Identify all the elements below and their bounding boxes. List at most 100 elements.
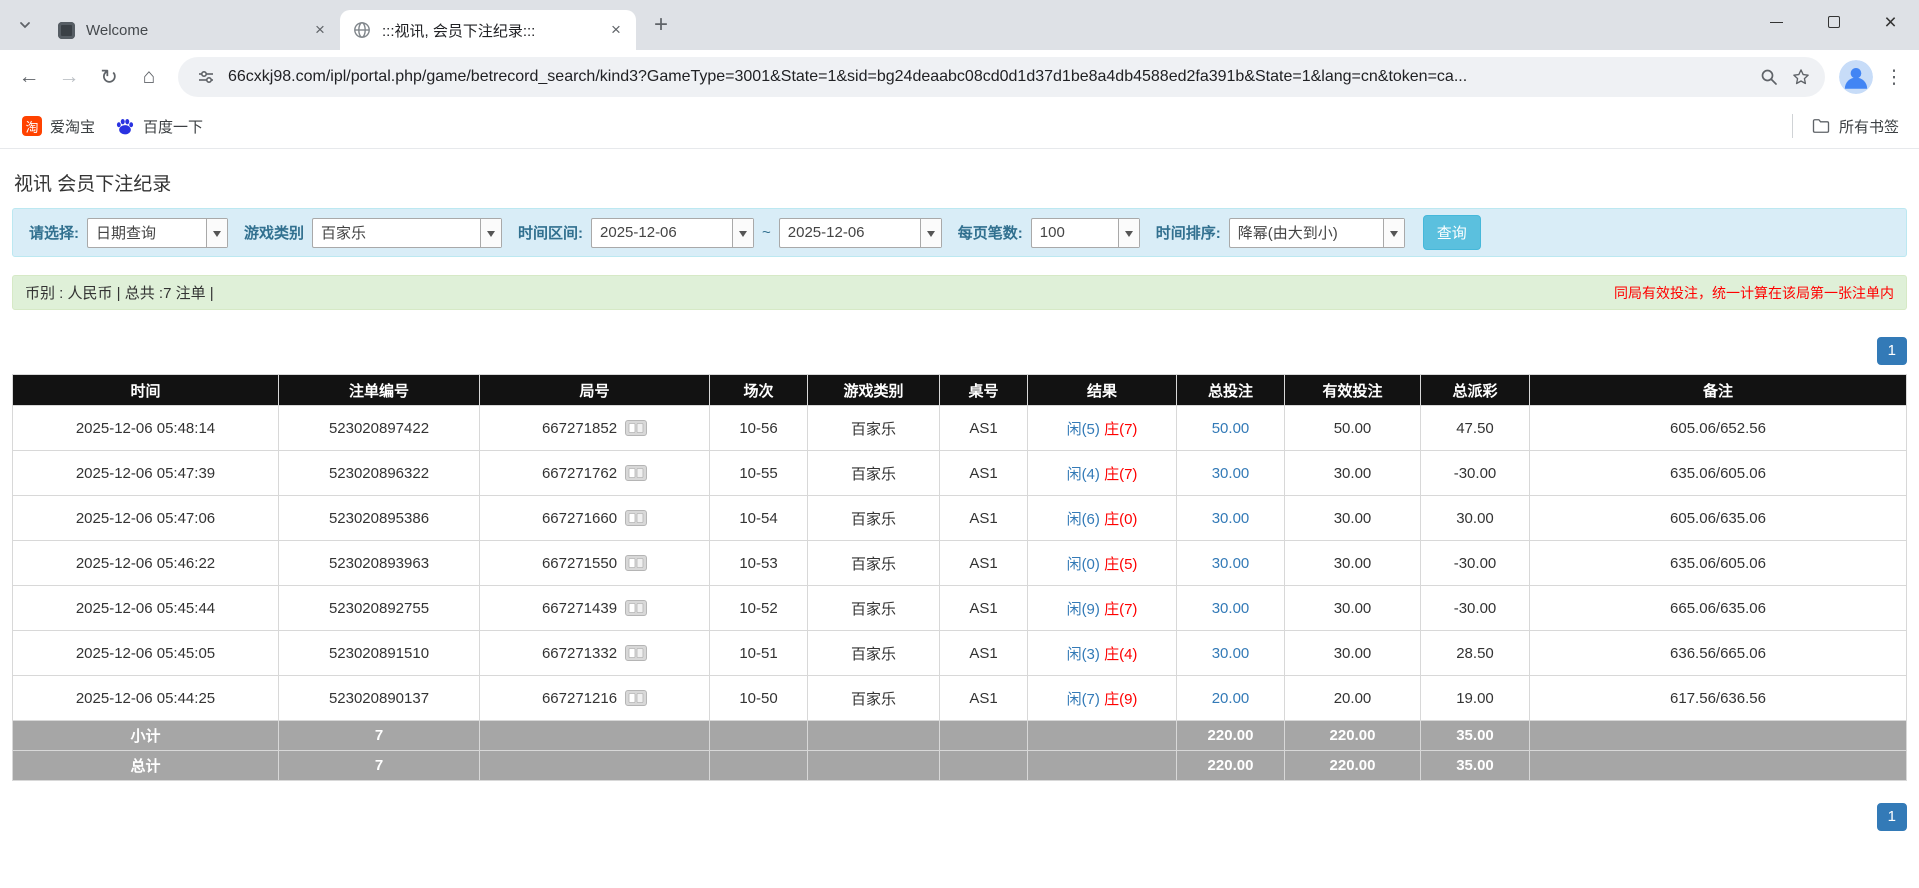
cell-time: 2025-12-06 05:44:25: [12, 675, 279, 721]
bookmark-aitaobao[interactable]: 淘 爱淘宝: [12, 110, 105, 143]
browser-menu-button[interactable]: ⋮: [1879, 58, 1909, 96]
new-tab-button[interactable]: +: [644, 8, 678, 42]
page-button[interactable]: 1: [1876, 803, 1907, 831]
cell-session: 10-54: [709, 495, 808, 541]
round-result-icon[interactable]: [625, 690, 648, 707]
cell-bet-no: 523020896322: [278, 450, 480, 496]
baidu-paw-icon: [115, 116, 135, 136]
cell-table-no: AS1: [939, 450, 1028, 496]
date-from-value: 2025-12-06: [600, 224, 677, 241]
round-result-icon[interactable]: [625, 465, 648, 482]
cell-result: 闲(3) 庄(4): [1027, 630, 1177, 676]
sum-total-bet: 220.00: [1176, 720, 1285, 751]
total-bet-link[interactable]: 50.00: [1212, 420, 1250, 437]
date-to-select[interactable]: 2025-12-06: [778, 217, 942, 248]
tab-title: :::视讯, 会员下注纪录:::: [382, 22, 536, 40]
cell-session: 10-51: [709, 630, 808, 676]
zoom-icon[interactable]: [1755, 67, 1783, 87]
total-bet-link[interactable]: 20.00: [1212, 690, 1250, 707]
page-size-select[interactable]: 100: [1030, 217, 1140, 248]
sum-total-bet: 220.00: [1176, 750, 1285, 781]
minimize-button[interactable]: [1748, 0, 1805, 44]
tab-close-icon[interactable]: ×: [606, 20, 626, 40]
refresh-button[interactable]: ↻: [90, 58, 128, 96]
cell-game-type: 百家乐: [807, 540, 940, 586]
sum-valid-bet: 220.00: [1284, 750, 1421, 781]
bet-row: 2025-12-06 05:45:44 523020892755 667271439…: [12, 585, 1907, 631]
address-bar[interactable]: 66cxkj98.com/ipl/portal.php/game/betreco…: [178, 57, 1825, 97]
bet-row: 2025-12-06 05:47:39 523020896322 667271762…: [12, 450, 1907, 496]
round-result-icon[interactable]: [625, 420, 648, 437]
back-button[interactable]: ←: [10, 58, 48, 96]
browser-window: Welcome × :::视讯, 会员下注纪录::: × + × ← → ↻ ⌂…: [0, 0, 1919, 831]
tab-close-icon[interactable]: ×: [310, 20, 330, 40]
result-player: 闲(9): [1066, 600, 1100, 618]
rule-note: 同局有效投注，统一计算在该局第一张注单内: [1614, 284, 1894, 301]
query-type-select[interactable]: 日期查询: [87, 217, 228, 248]
page-button[interactable]: 1: [1876, 337, 1907, 365]
cell-session: 10-55: [709, 450, 808, 496]
search-button[interactable]: 查询: [1422, 215, 1481, 250]
sum-valid-bet: 220.00: [1284, 720, 1421, 751]
cell-valid-bet: 30.00: [1284, 495, 1421, 541]
tab-welcome[interactable]: Welcome ×: [44, 10, 340, 50]
tab-search-button[interactable]: [10, 10, 40, 40]
cell-result: 闲(9) 庄(7): [1027, 585, 1177, 631]
bookmark-star-icon[interactable]: [1787, 67, 1815, 87]
cell-game-type: 百家乐: [807, 450, 940, 496]
bet-table-wrap: 时间 注单编号 局号 场次 游戏类别 桌号 结果 总投注 有效投注 总派彩 备注 2025-12-0…: [12, 374, 1907, 781]
round-result-icon[interactable]: [625, 510, 648, 527]
bookmark-baidu[interactable]: 百度一下: [105, 110, 213, 143]
cell-note: 617.56/636.56: [1529, 675, 1907, 721]
profile-avatar[interactable]: [1839, 60, 1873, 94]
sum-label: 总计: [12, 750, 279, 781]
close-button[interactable]: ×: [1862, 0, 1919, 44]
total-bet-link[interactable]: 30.00: [1212, 465, 1250, 482]
home-button[interactable]: ⌂: [130, 58, 168, 96]
sum-count: 7: [278, 720, 480, 751]
query-type-value: 日期查询: [96, 225, 157, 242]
result-banker: 庄(4): [1104, 645, 1138, 663]
round-result-icon[interactable]: [625, 645, 648, 662]
cell-game-type: 百家乐: [807, 405, 940, 451]
range-separator: ~: [762, 224, 771, 241]
game-type-select[interactable]: 百家乐: [312, 217, 503, 248]
cell-bet-no: 523020892755: [278, 585, 480, 631]
cell-table-no: AS1: [939, 495, 1028, 541]
cell-result: 闲(6) 庄(0): [1027, 495, 1177, 541]
round-result-icon[interactable]: [625, 600, 648, 617]
total-bet-link[interactable]: 30.00: [1212, 555, 1250, 572]
maximize-button[interactable]: [1805, 0, 1862, 44]
table-header-row: 时间 注单编号 局号 场次 游戏类别 桌号 结果 总投注 有效投注 总派彩 备注: [12, 374, 1907, 406]
cell-valid-bet: 20.00: [1284, 675, 1421, 721]
column-header: 局号: [479, 374, 710, 406]
round-result-icon[interactable]: [625, 555, 648, 572]
site-info-icon[interactable]: [192, 67, 220, 87]
date-from-select[interactable]: 2025-12-06: [591, 217, 755, 248]
grand-total-row: 总计 7 220.00 220.00 35.00: [12, 750, 1907, 781]
bet-row: 2025-12-06 05:46:22 523020893963 667271550…: [12, 540, 1907, 586]
cell-total-bet: 30.00: [1176, 630, 1285, 676]
chevron-down-icon: [20, 22, 30, 29]
total-bet-link[interactable]: 30.00: [1212, 645, 1250, 662]
total-bet-link[interactable]: 30.00: [1212, 600, 1250, 617]
result-banker: 庄(5): [1104, 555, 1138, 573]
sort-select[interactable]: 降幂(由大到小): [1228, 217, 1405, 248]
bookmarks-bar: 淘 爱淘宝 百度一下 所有书签: [0, 104, 1919, 149]
cell-note: 635.06/605.06: [1529, 540, 1907, 586]
round-number: 667271216: [541, 689, 618, 707]
cell-valid-bet: 30.00: [1284, 450, 1421, 496]
round-number: 667271332: [541, 644, 618, 662]
sort-value: 降幂(由大到小): [1237, 225, 1338, 242]
forward-button[interactable]: →: [50, 58, 88, 96]
total-bet-link[interactable]: 30.00: [1212, 510, 1250, 527]
result-banker: 庄(7): [1104, 420, 1138, 438]
cell-result: 闲(5) 庄(7): [1027, 405, 1177, 451]
page-content: 视讯 会员下注纪录 请选择: 日期查询 游戏类别 百家乐 时间区间: 2025-…: [0, 169, 1919, 831]
all-bookmarks-button[interactable]: 所有书签: [1803, 110, 1907, 143]
globe-favicon: [352, 20, 372, 40]
bookmark-label: 百度一下: [143, 118, 204, 136]
cell-round-no: 667271439: [479, 585, 710, 631]
round-number: 667271550: [541, 554, 618, 572]
tab-betrecord[interactable]: :::视讯, 会员下注纪录::: ×: [340, 10, 636, 50]
